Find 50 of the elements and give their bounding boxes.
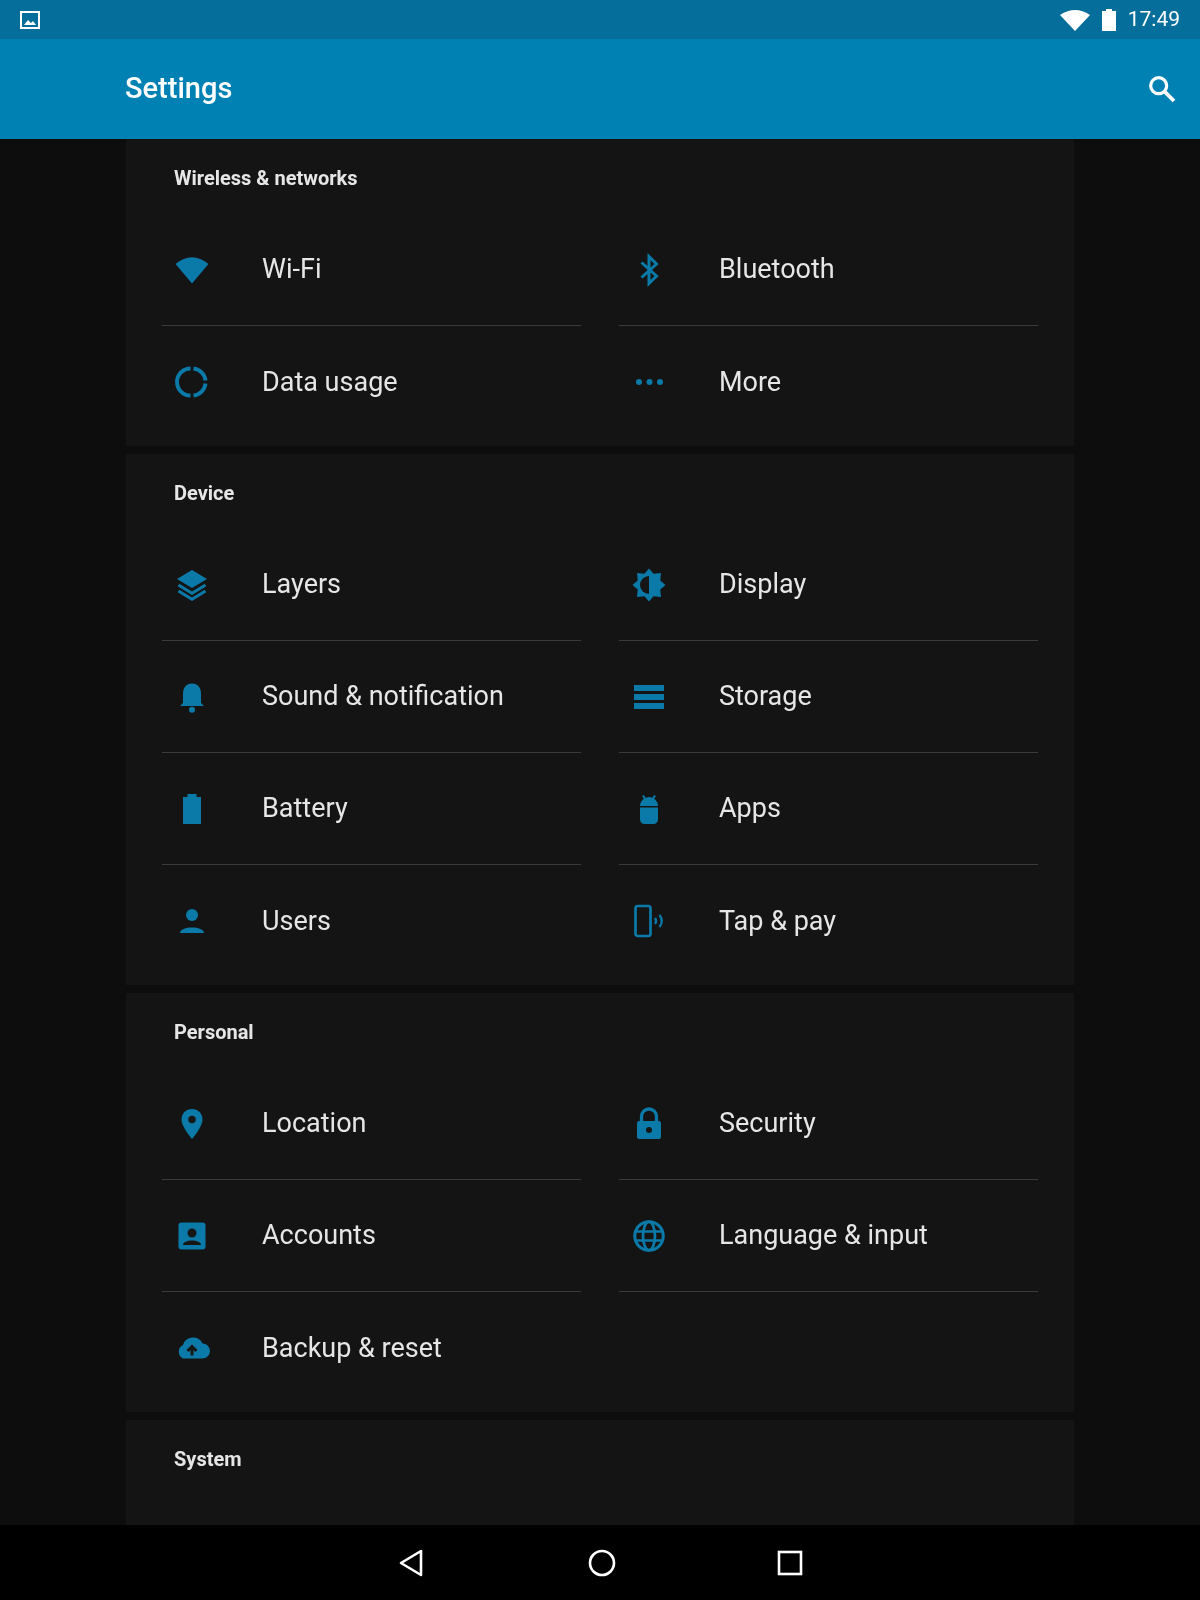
settings-item[interactable]: Location (162, 1068, 581, 1180)
recents-icon[interactable] (777, 1549, 803, 1576)
settings-item[interactable]: Layers (162, 529, 581, 641)
search-icon[interactable] (1146, 73, 1178, 105)
settings-item[interactable]: Display (619, 529, 1038, 641)
globe-icon (631, 1217, 667, 1254)
item-label: Battery (262, 791, 348, 827)
item-label: Data usage (262, 364, 398, 400)
item-label: Display (719, 567, 807, 603)
settings-item[interactable]: Apps (619, 753, 1038, 865)
settings-item[interactable]: Storage (619, 641, 1038, 753)
brightness-icon (631, 566, 667, 603)
settings-item[interactable]: Backup & reset (162, 1292, 581, 1404)
item-label: Accounts (262, 1218, 376, 1254)
item-label: Language & input (719, 1218, 928, 1254)
item-label: Users (262, 903, 331, 939)
wifi-icon (1059, 8, 1090, 31)
settings-item[interactable]: Accounts (162, 1180, 581, 1292)
settings-item[interactable]: More (619, 326, 1038, 438)
section-header: Wireless & networks (173, 165, 359, 192)
settings-item[interactable]: Battery (162, 753, 581, 865)
image-icon (20, 10, 40, 29)
item-label: Wi-Fi (262, 252, 322, 288)
item-label: Location (262, 1106, 367, 1142)
battery-icon (1101, 8, 1116, 31)
settings-item[interactable]: Bluetooth (619, 214, 1038, 326)
settings-item[interactable]: Wi-Fi (162, 214, 581, 326)
item-label: Layers (262, 567, 342, 603)
settings-item[interactable]: Security (619, 1068, 1038, 1180)
item-label: Backup & reset (262, 1330, 442, 1366)
item-label: Bluetooth (719, 252, 835, 288)
circular-gauge-icon (174, 364, 210, 400)
more-icon (635, 379, 663, 385)
item-label: Tap & pay (719, 903, 837, 939)
item-label: Apps (719, 791, 781, 827)
status-time: 17:49 (1127, 5, 1180, 33)
section-header: Personal (173, 1019, 255, 1046)
settings-item[interactable]: Users (162, 865, 581, 977)
item-label: Security (719, 1106, 816, 1142)
app-title: Settings (125, 70, 233, 108)
item-label: More (719, 364, 782, 400)
settings-item[interactable]: Data usage (162, 326, 581, 438)
section-header: System (173, 1446, 243, 1473)
settings-item[interactable]: Tap & pay (619, 865, 1038, 977)
item-label: Sound & notification (262, 679, 504, 715)
section-header: Device (173, 480, 236, 507)
settings-item[interactable]: Sound & notification (162, 641, 581, 753)
item-label: Storage (719, 679, 812, 715)
settings-item[interactable]: Language & input (619, 1180, 1038, 1292)
home-icon[interactable] (587, 1547, 617, 1578)
